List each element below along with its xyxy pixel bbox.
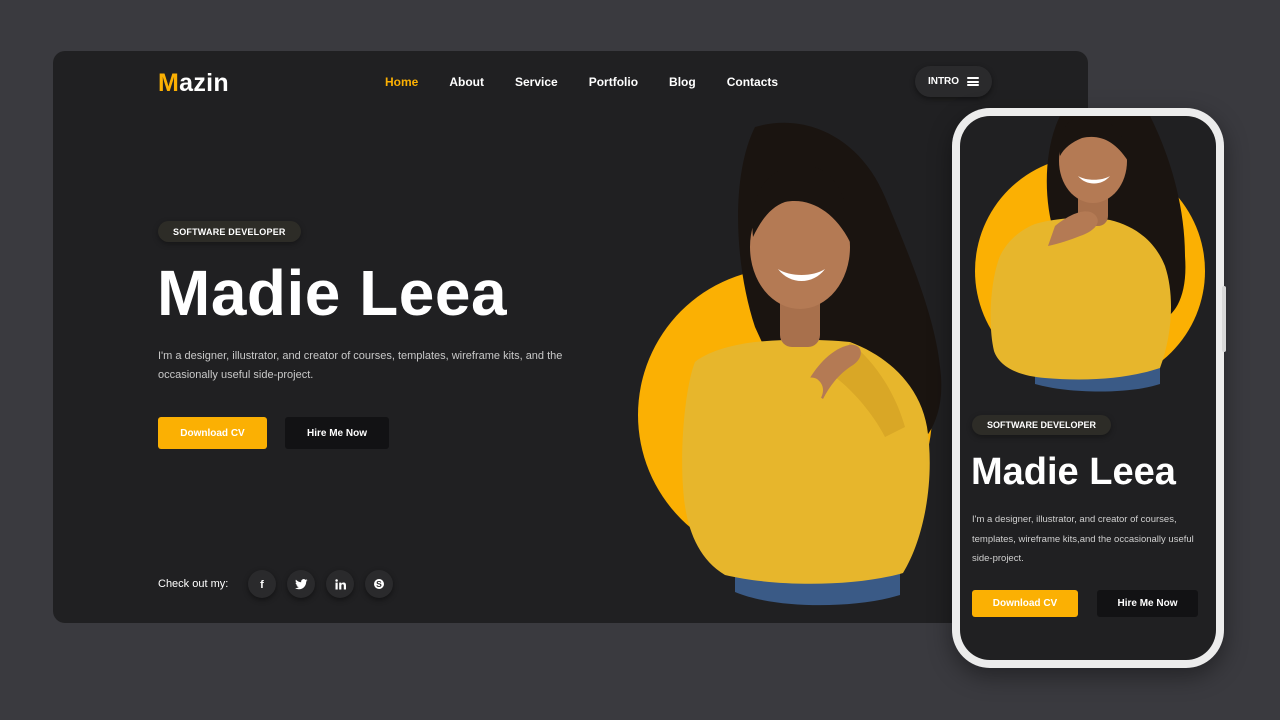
nav-service[interactable]: Service xyxy=(515,75,558,89)
phone-screen: SOFTWARE DEVELOPER Madie Leea I'm a desi… xyxy=(960,116,1216,660)
mobile-role-badge: SOFTWARE DEVELOPER xyxy=(972,415,1112,435)
mobile-hire-me-button[interactable]: Hire Me Now xyxy=(1097,590,1198,617)
twitter-icon[interactable] xyxy=(287,570,315,598)
hero-description: I'm a designer, illustrator, and creator… xyxy=(158,350,563,381)
hero-name: Madie Leea xyxy=(157,257,508,329)
svg-text:S: S xyxy=(376,579,382,589)
portrait-figure xyxy=(682,122,942,606)
linkedin-icon[interactable] xyxy=(326,570,354,598)
intro-label: INTRO xyxy=(927,76,960,87)
download-cv-button[interactable]: Download CV xyxy=(158,417,267,449)
mobile-hero-description: I'm a designer, illustrator, and creator… xyxy=(972,514,1194,564)
nav-portfolio[interactable]: Portfolio xyxy=(589,75,638,89)
nav-blog[interactable]: Blog xyxy=(669,75,696,89)
role-badge: SOFTWARE DEVELOPER xyxy=(158,221,301,242)
hire-me-button[interactable]: Hire Me Now xyxy=(285,417,389,449)
hamburger-menu-icon xyxy=(967,77,980,86)
mobile-download-cv-button[interactable]: Download CV xyxy=(972,590,1078,617)
social-label: Check out my: xyxy=(158,578,229,590)
mobile-preview: SOFTWARE DEVELOPER Madie Leea I'm a desi… xyxy=(952,108,1226,668)
facebook-icon[interactable]: f xyxy=(248,570,276,598)
skype-icon[interactable]: S xyxy=(365,570,393,598)
mobile-portrait xyxy=(975,116,1205,392)
logo-text: azin xyxy=(179,69,229,97)
social-links: f S xyxy=(248,570,393,598)
intro-menu-button[interactable]: INTRO xyxy=(915,66,992,97)
nav-contacts[interactable]: Contacts xyxy=(727,75,778,89)
nav-about[interactable]: About xyxy=(449,75,484,89)
mobile-portrait-figure xyxy=(990,116,1186,392)
main-nav: Home About Service Portfolio Blog Contac… xyxy=(385,75,778,89)
logo-initial: M xyxy=(158,69,180,97)
svg-text:f: f xyxy=(260,579,264,590)
desktop-preview: Mazin Home About Service Portfolio Blog … xyxy=(53,51,1088,623)
mobile-hero-name: Madie Leea xyxy=(971,451,1176,493)
nav-home[interactable]: Home xyxy=(385,75,418,89)
logo[interactable]: Mazin xyxy=(158,69,229,98)
phone-side-button xyxy=(1222,286,1226,352)
hero-portrait xyxy=(638,122,942,606)
